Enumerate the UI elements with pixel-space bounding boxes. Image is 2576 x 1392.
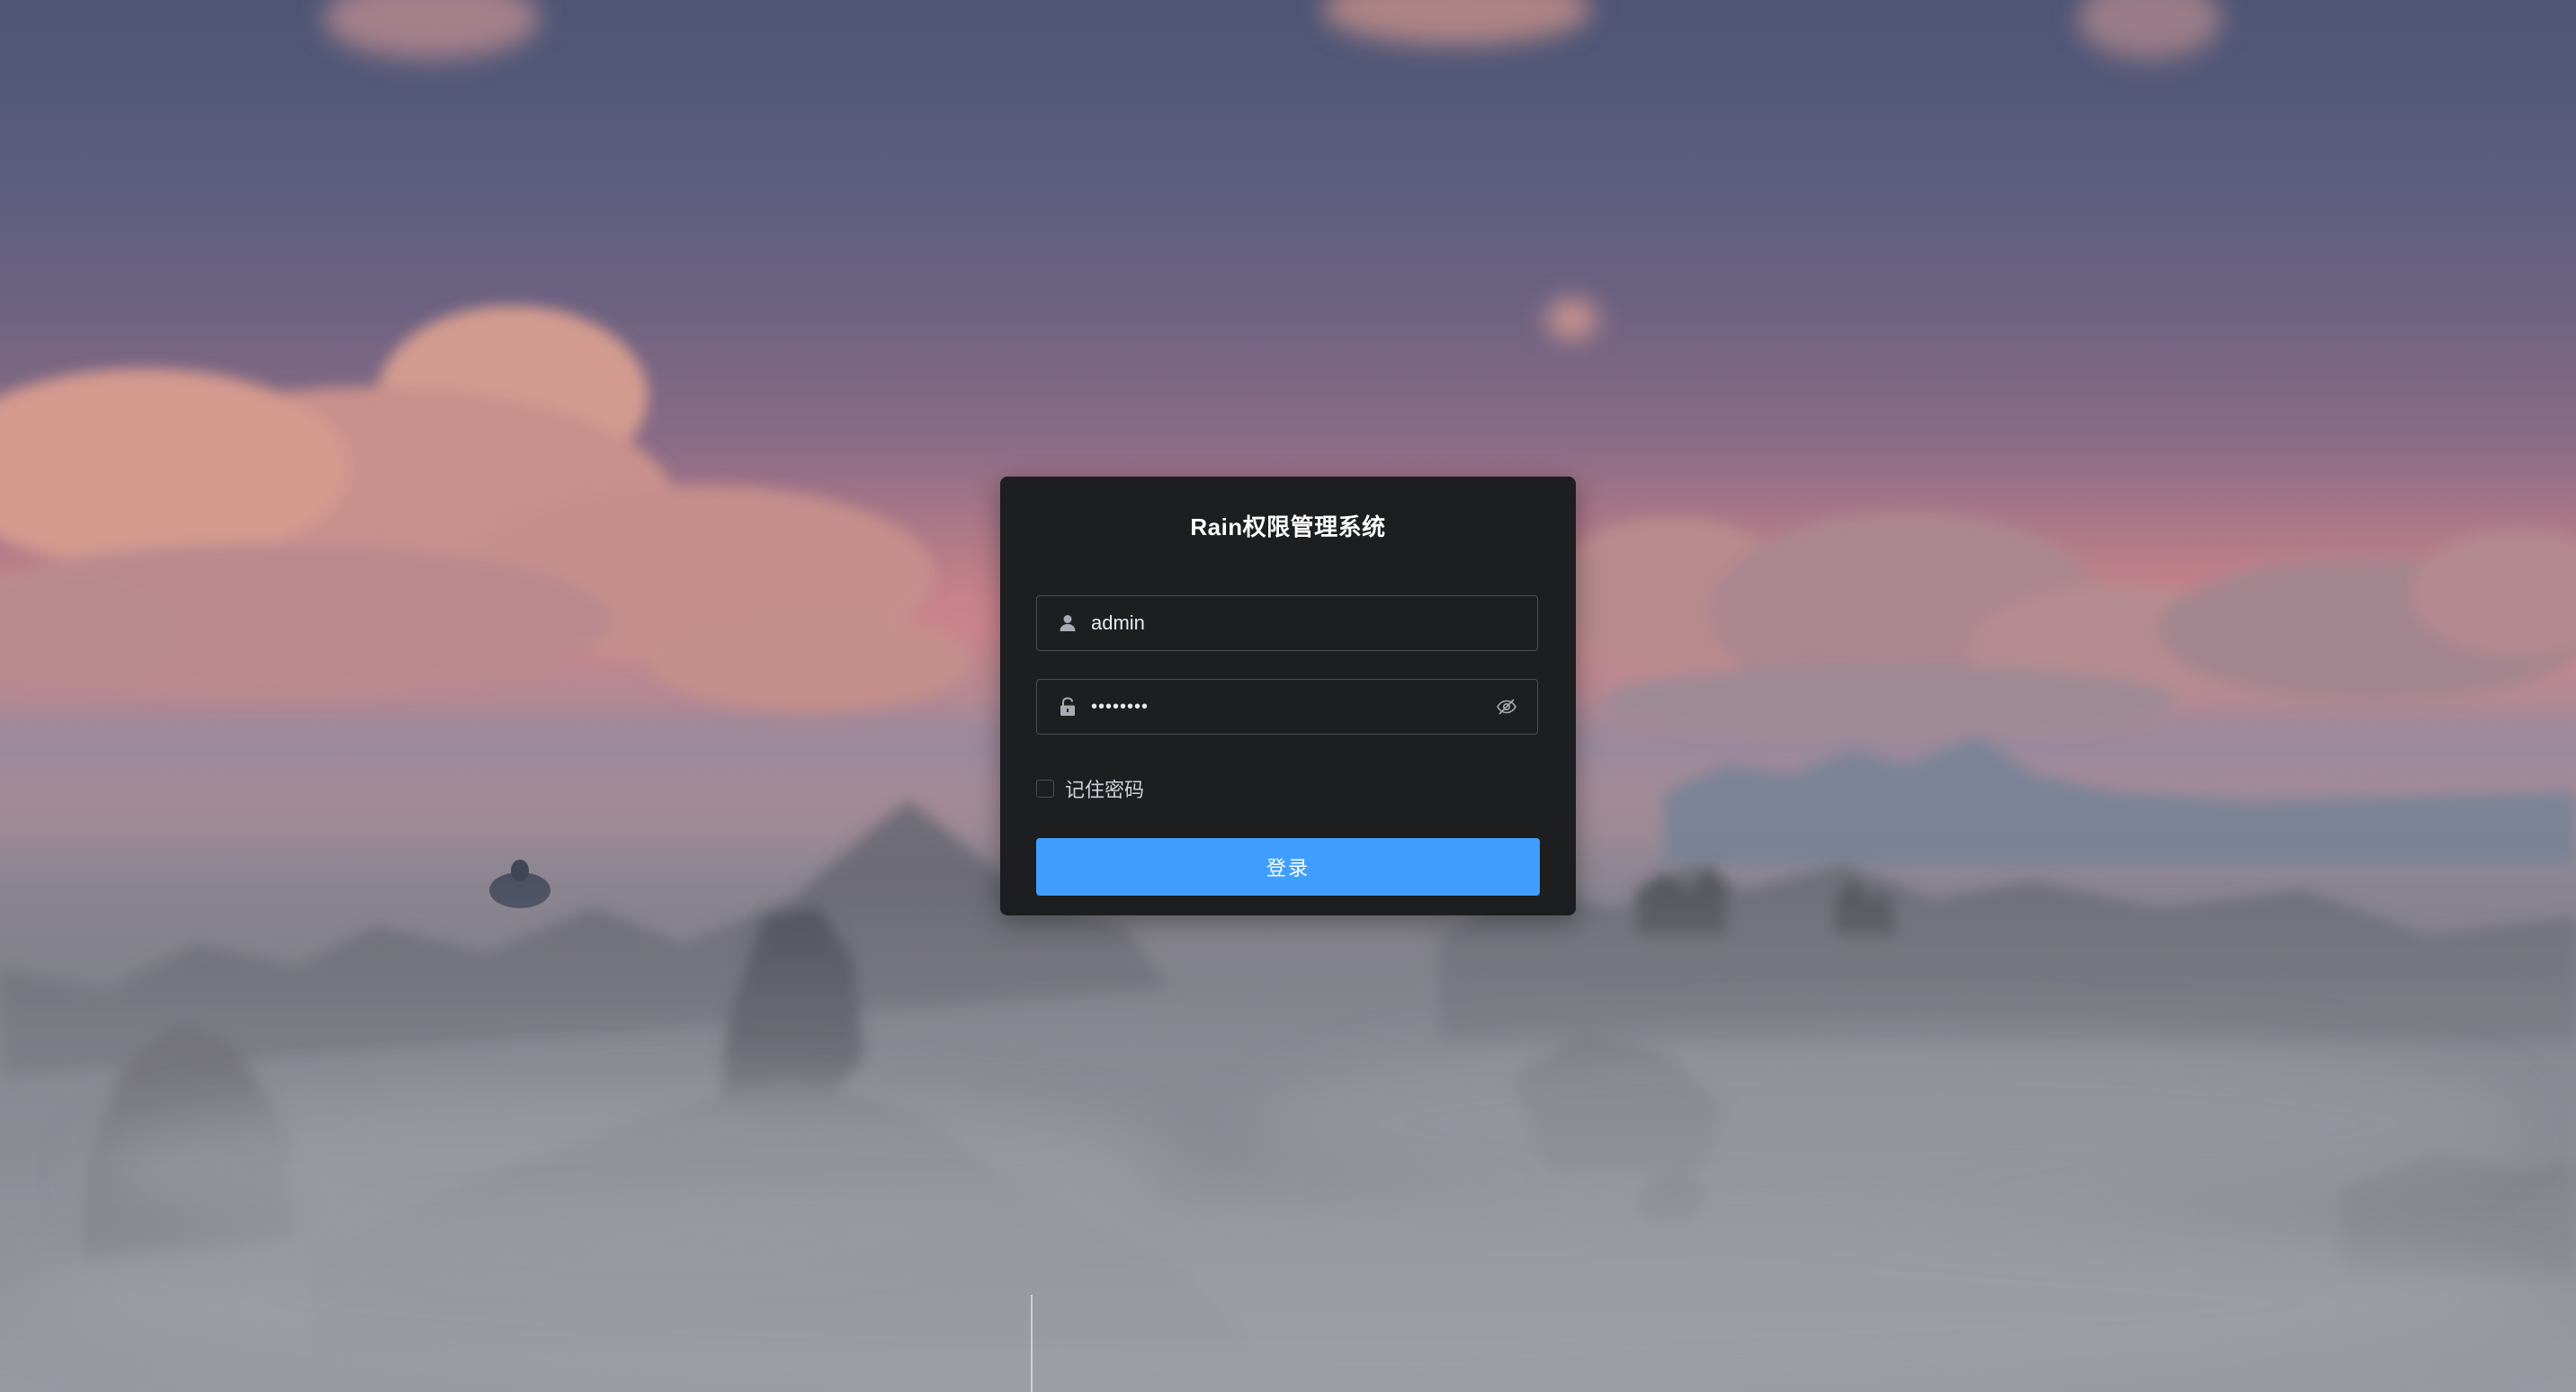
eye-off-icon[interactable] <box>1496 696 1517 718</box>
lock-icon <box>1057 696 1078 718</box>
password-field[interactable] <box>1036 679 1538 735</box>
cloud-shapes-left <box>0 306 971 710</box>
cloud-shapes-top <box>324 0 2222 339</box>
password-input[interactable] <box>1091 680 1478 734</box>
remember-checkbox[interactable] <box>1036 780 1054 798</box>
remember-password[interactable]: 记住密码 <box>1036 775 1144 802</box>
page-title: Rain权限管理系统 <box>1190 513 1386 540</box>
remember-label: 记住密码 <box>1065 779 1145 801</box>
username-input[interactable] <box>1091 596 1478 650</box>
username-field[interactable] <box>1036 595 1538 651</box>
login-button[interactable]: 登录 <box>1036 838 1540 896</box>
user-icon <box>1057 612 1078 634</box>
login-card: Rain权限管理系统 admin •••••••• 记住密码 登录 <box>1000 477 1576 915</box>
login-page: Rain权限管理系统 admin •••••••• 记住密码 登录 <box>0 0 2576 1392</box>
